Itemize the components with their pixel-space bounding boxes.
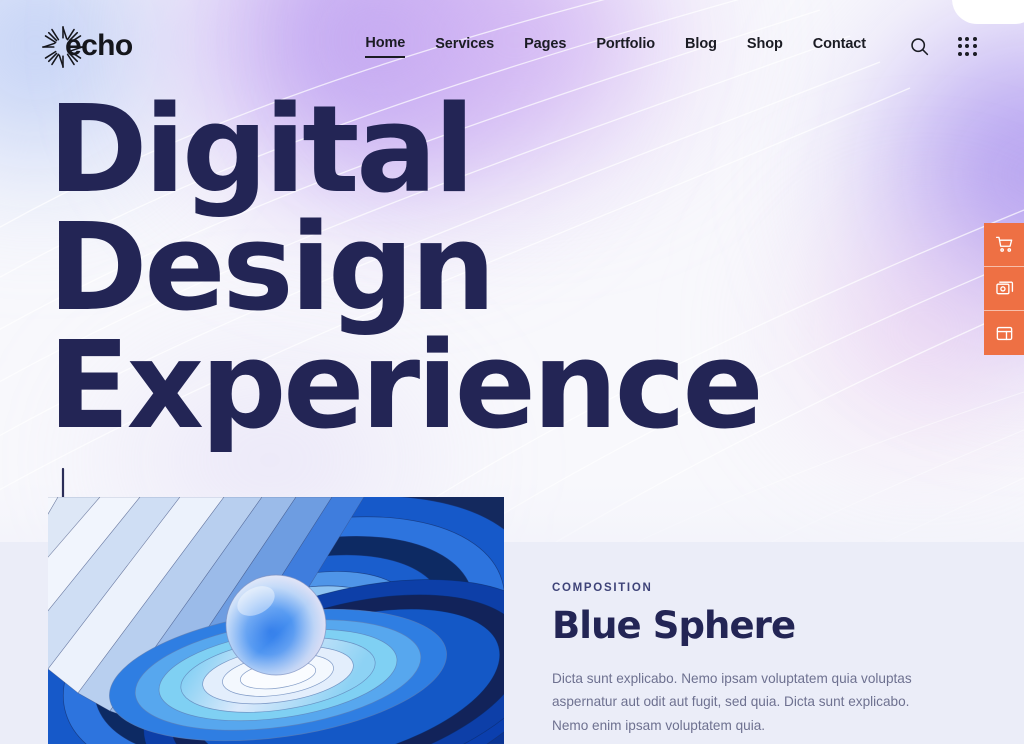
site-header: echo Home Services Pages Portfolio Blog … [0, 0, 1024, 92]
hero-line-1: Digital [48, 81, 475, 220]
blue-sphere-artwork[interactable] [48, 497, 504, 744]
showcase-body: Dicta sunt explicabo. Nemo ipsam volupta… [552, 670, 912, 733]
nav-item-services[interactable]: Services [435, 36, 494, 57]
nav-item-blog[interactable]: Blog [685, 36, 717, 57]
header-tools [906, 33, 980, 59]
showcase-eyebrow: COMPOSITION [552, 582, 653, 594]
hero-section: Digital Design Experience [0, 81, 1024, 518]
nav-item-shop[interactable]: Shop [747, 36, 783, 57]
brand-name: echo [65, 29, 133, 62]
blue-sphere-illustration [48, 497, 504, 744]
showcase-copy: COMPOSITION Blue Sphere Dicta sunt expli… [552, 497, 952, 744]
nav-item-pages[interactable]: Pages [524, 36, 566, 57]
nav-item-contact[interactable]: Contact [813, 36, 866, 57]
cart-icon [995, 236, 1012, 252]
search-icon [910, 37, 928, 55]
showcase-title: Blue Sphere [552, 604, 796, 647]
grid-menu-button[interactable] [954, 33, 980, 59]
nav-item-home[interactable]: Home [365, 35, 405, 58]
grid-menu-icon [957, 36, 977, 56]
layout-button[interactable] [984, 311, 1024, 355]
main-navigation: Home Services Pages Portfolio Blog Shop … [365, 35, 866, 58]
hero-line-2: Design [48, 199, 496, 339]
gallery-icon [995, 281, 1013, 295]
sphere [225, 574, 327, 676]
brand-logo[interactable]: echo [41, 18, 133, 74]
gallery-button[interactable] [984, 267, 1024, 311]
nav-item-portfolio[interactable]: Portfolio [596, 36, 655, 57]
visit-pill[interactable]: VIS [952, 0, 1024, 24]
side-dock [984, 223, 1024, 355]
hero-title: Digital Design Experience [48, 81, 1024, 457]
hero-line-3: Experience [48, 317, 764, 457]
showcase-section: COMPOSITION Blue Sphere Dicta sunt expli… [0, 497, 1024, 744]
layout-icon [996, 326, 1012, 340]
search-button[interactable] [906, 33, 932, 59]
cart-button[interactable] [984, 223, 1024, 267]
